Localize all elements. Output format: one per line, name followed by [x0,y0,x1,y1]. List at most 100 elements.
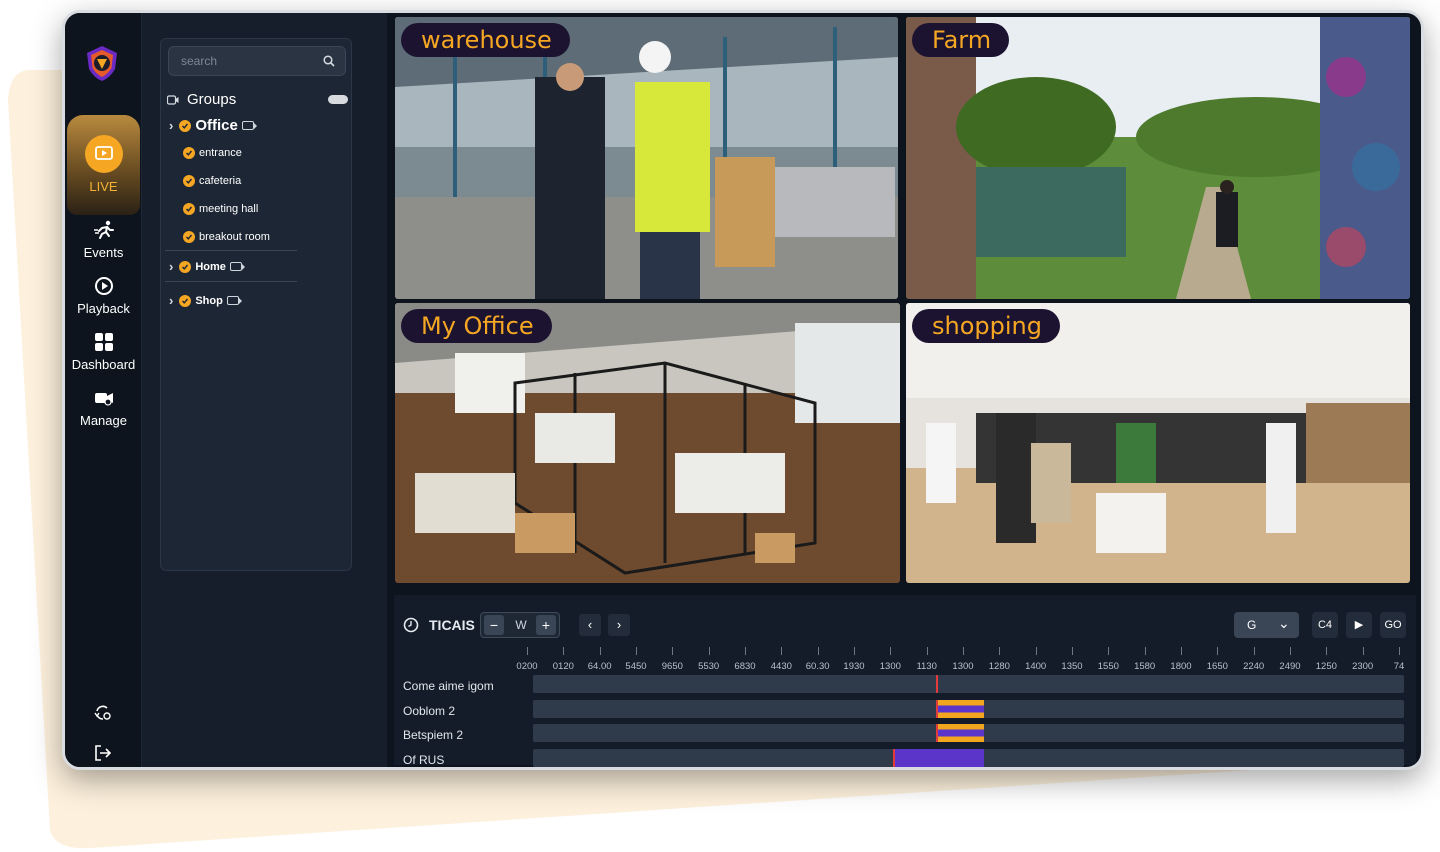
timeline-track[interactable] [533,675,1404,693]
warehouse-feed [395,17,898,299]
camera-tile-warehouse[interactable]: warehouse [395,17,898,299]
chevron-right-icon[interactable]: › [169,293,173,308]
playhead-marker[interactable] [936,724,938,742]
recording-segment[interactable] [937,724,984,742]
play-screen-icon [94,146,113,160]
tree-leaf-meeting-hall[interactable]: meeting hall [183,203,258,215]
tick-mark [1326,647,1328,655]
play-button[interactable]: ▶ [1346,612,1372,638]
search-icon[interactable] [323,55,335,67]
timeline-prev-button[interactable]: ‹ [579,614,601,636]
chevron-right-icon[interactable]: › [169,259,173,274]
tick-mark [1399,647,1400,655]
tick-label: 60.30 [805,661,830,672]
tick-mark [563,647,565,655]
playhead-marker[interactable] [936,675,938,693]
camera-label: Farm [912,23,1010,57]
motion-segment[interactable] [893,749,984,767]
check-icon[interactable] [183,147,195,159]
tick-label: 1580 [1134,661,1156,672]
tick-mark [708,647,710,655]
check-icon[interactable] [183,203,195,215]
tree-leaf-cafeteria[interactable]: cafeteria [183,175,241,187]
tick-label: 1250 [1315,661,1337,672]
camera-tile-my-office[interactable]: My Office [395,303,900,583]
nav-live[interactable]: LIVE [67,115,140,215]
check-icon[interactable] [183,231,195,243]
nav-manage[interactable]: Manage [65,387,142,428]
tree-node-label: Shop [195,294,223,307]
check-icon[interactable] [179,119,192,132]
timeline-select[interactable]: G ⌄ [1234,612,1299,638]
groups-label: Groups [187,91,237,108]
tick-label: 1400 [1025,661,1047,672]
timeline-panel: TICAIS − W + ‹ › G ⌄ C4 ▶ GO 0200 0120 64.… [394,595,1416,767]
tree-node-shop[interactable]: › Shop [169,293,242,308]
tick-label: 74 [1393,661,1405,672]
office-feed [395,303,900,583]
tick-mark [527,647,528,655]
camera-label: warehouse [401,23,570,57]
nav-events[interactable]: Events [65,219,142,260]
tick-mark [781,647,783,655]
timeline-track[interactable] [533,749,1404,767]
check-icon[interactable] [183,175,195,187]
camera-icon [167,94,179,105]
tree-node-office[interactable]: › Office [169,117,257,134]
chevron-right-icon[interactable]: › [169,118,173,133]
nav-playback[interactable]: Playback [65,275,142,316]
timeline-c4-button[interactable]: C4 [1312,612,1338,638]
nav-dashboard[interactable]: Dashboard [65,331,142,372]
tick-mark [1108,647,1110,655]
recording-segment[interactable] [937,700,984,718]
sync-settings-icon[interactable] [93,703,113,723]
tick-mark [890,647,892,655]
tick-label: 1930 [843,661,865,672]
clock-icon [403,617,419,633]
tree-divider [165,281,297,282]
check-icon[interactable] [179,260,192,273]
camera-badge-icon [226,296,242,305]
tick-mark [1362,647,1364,655]
zoom-value: W [515,618,527,632]
track-name: Come aime igom [403,679,494,693]
running-person-icon [93,220,114,239]
playhead-marker[interactable] [893,749,895,767]
timeline-go-button[interactable]: GO [1380,612,1406,638]
tick-label: 1300 [879,661,901,672]
playhead-marker[interactable] [936,700,938,718]
app-logo-icon [87,46,117,81]
timeline-track[interactable] [533,700,1404,718]
tree-leaf-entrance[interactable]: entrance [183,147,242,159]
check-icon[interactable] [179,294,192,307]
camera-tile-shopping[interactable]: shopping [906,303,1410,583]
tree-leaf-label: meeting hall [199,203,259,215]
timeline-track[interactable] [533,724,1404,742]
logout-icon[interactable] [93,743,113,763]
tick-label: 2490 [1279,661,1301,672]
tree-leaf-label: cafeteria [199,175,242,187]
nav-playback-label: Playback [77,301,130,316]
tick-mark [672,647,674,655]
farm-feed [906,17,1410,299]
timeline-next-button[interactable]: › [608,614,630,636]
tick-mark [599,647,601,655]
tick-label: 1650 [1206,661,1228,672]
tick-label: 5530 [698,661,720,672]
tree-node-home[interactable]: › Home [169,259,245,274]
nav-live-label: LIVE [89,179,118,194]
chevron-down-icon: ⌄ [1278,615,1290,631]
tree-leaf-breakout-room[interactable]: breakout room [183,231,270,243]
track-name: Of RUS [403,753,445,767]
track-name: Ooblom 2 [403,704,456,718]
tree-divider [165,250,297,251]
search-input[interactable] [169,47,319,75]
zoom-out-button[interactable]: − [484,615,504,635]
zoom-in-button[interactable]: + [536,615,556,635]
tick-mark [1035,647,1037,655]
camera-tile-farm[interactable]: Farm [906,17,1410,299]
groups-toggle[interactable] [328,95,348,104]
tick-mark [1144,647,1146,655]
tick-label: 1550 [1097,661,1119,672]
live-circle [84,135,123,173]
